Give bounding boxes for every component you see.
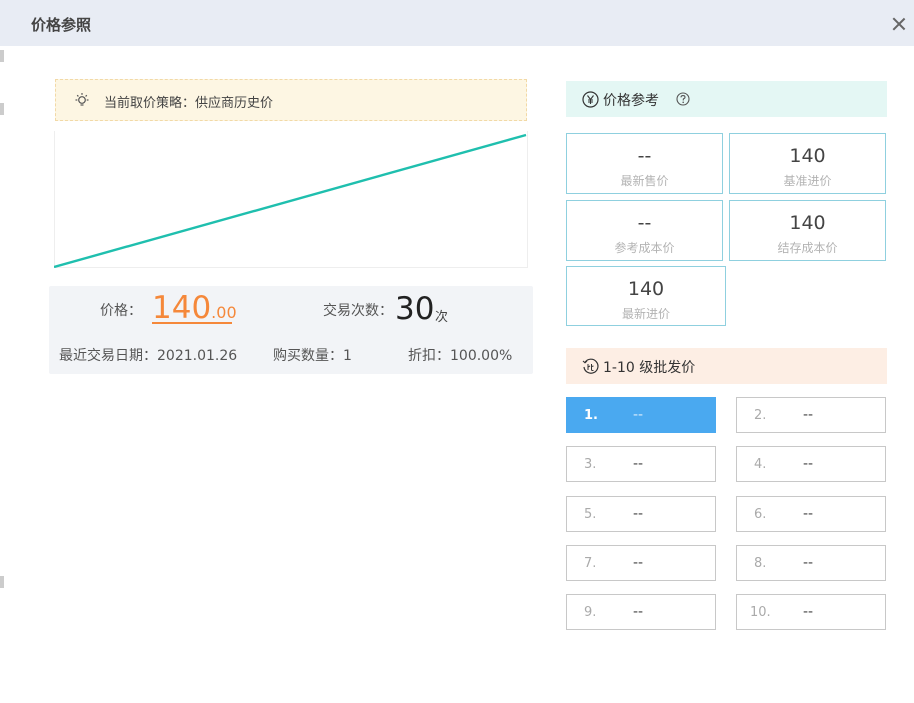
tier-9[interactable]: 9. --: [566, 594, 716, 630]
help-icon[interactable]: [676, 92, 690, 106]
ref-card-reference-cost: -- 参考成本价: [566, 200, 723, 261]
price-decimal: .00: [211, 303, 237, 322]
tier-3[interactable]: 3. --: [566, 446, 716, 482]
transaction-count-value: 30: [395, 291, 435, 327]
price-reference-modal: 价格参照 当前取价策略：供应商历史价 价格： 140.00 交易次数： 30 次: [0, 0, 914, 703]
tier-value: --: [633, 555, 644, 571]
tier-number: 8.: [754, 556, 767, 571]
wholesale-price-title: 1-10 级批发价: [603, 360, 696, 376]
price-reference-title: 价格参考: [603, 93, 659, 109]
ref-card-value: 140: [789, 145, 826, 167]
wholesale-icon: [582, 358, 599, 374]
ref-card-latest-purchase: 140 最新进价: [566, 266, 726, 326]
tier-value: --: [803, 456, 814, 472]
last-trade-date: 最近交易日期：2021.01.26: [59, 348, 238, 364]
tier-number: 1.: [584, 408, 598, 423]
price-summary-panel: 价格： 140.00 交易次数： 30 次 最近交易日期：2021.01.26 …: [49, 286, 533, 374]
tier-6[interactable]: 6. --: [736, 496, 886, 532]
background-fragment: [0, 576, 4, 588]
pricing-strategy-banner: 当前取价策略：供应商历史价: [55, 79, 527, 121]
purchase-quantity: 购买数量：1: [273, 348, 352, 364]
tier-value: --: [803, 407, 814, 423]
modal-title: 价格参照: [31, 16, 92, 34]
price-trend-chart: [54, 131, 528, 268]
tier-number: 10.: [750, 605, 771, 620]
tier-value: --: [633, 407, 644, 423]
close-icon[interactable]: [892, 17, 906, 31]
yen-icon: [582, 91, 599, 108]
tier-value: --: [803, 506, 814, 522]
discount: 折扣：100.00%: [408, 348, 513, 364]
price-value[interactable]: 140.00: [152, 290, 237, 326]
ref-card-latest-sale: -- 最新售价: [566, 133, 723, 194]
tier-value: --: [633, 506, 644, 522]
tier-8[interactable]: 8. --: [736, 545, 886, 581]
tier-1[interactable]: 1. --: [566, 397, 716, 433]
price-integer: 140: [152, 290, 212, 326]
tier-4[interactable]: 4. --: [736, 446, 886, 482]
ref-card-value: 140: [627, 278, 665, 300]
tier-number: 7.: [584, 556, 597, 571]
price-reference-header: 价格参考: [566, 81, 887, 117]
background-fragment: [0, 103, 4, 115]
ref-card-label: 最新售价: [620, 174, 669, 188]
price-underline: [152, 322, 232, 324]
trend-line: [54, 133, 527, 268]
tier-number: 6.: [754, 507, 767, 522]
ref-card-stock-cost: 140 结存成本价: [729, 200, 886, 261]
tier-number: 9.: [584, 605, 597, 620]
transaction-count-unit: 次: [435, 310, 449, 325]
background-fragment: [0, 50, 4, 62]
ref-card-base-purchase: 140 基准进价: [729, 133, 886, 194]
tier-5[interactable]: 5. --: [566, 496, 716, 532]
ref-card-label: 基准进价: [783, 174, 832, 188]
tier-number: 4.: [754, 457, 767, 472]
ref-card-label: 结存成本价: [777, 241, 838, 255]
tier-number: 5.: [584, 507, 597, 522]
modal-header: 价格参照: [0, 0, 914, 46]
tier-value: --: [633, 604, 644, 620]
price-label: 价格：: [100, 303, 142, 319]
ref-card-value: --: [637, 145, 652, 167]
tier-value: --: [803, 604, 814, 620]
tier-7[interactable]: 7. --: [566, 545, 716, 581]
tier-number: 3.: [584, 457, 597, 472]
lightbulb-icon: [75, 93, 89, 106]
transaction-count-label: 交易次数：: [323, 303, 393, 319]
ref-card-value: 140: [789, 212, 826, 234]
tier-2[interactable]: 2. --: [736, 397, 886, 433]
ref-card-value: --: [637, 212, 652, 234]
ref-card-label: 参考成本价: [614, 241, 675, 255]
tier-value: --: [803, 555, 814, 571]
tier-10[interactable]: 10. --: [736, 594, 886, 630]
ref-card-label: 最新进价: [621, 307, 670, 321]
tier-value: --: [633, 456, 644, 472]
strategy-text: 当前取价策略：供应商历史价: [104, 96, 274, 111]
tier-number: 2.: [754, 408, 767, 423]
wholesale-price-header: 1-10 级批发价: [566, 348, 887, 384]
